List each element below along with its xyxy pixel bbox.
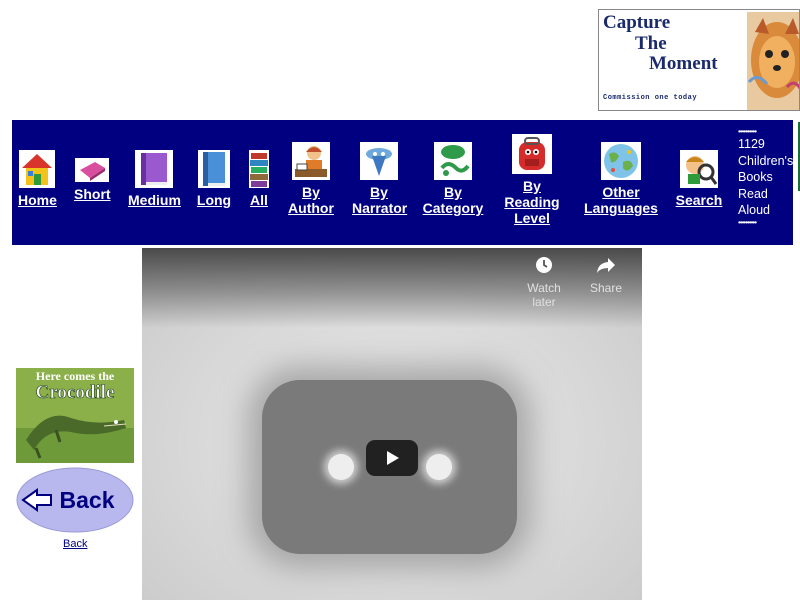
nav-short-label: Short [74, 186, 111, 202]
count-line2: Children's [738, 153, 794, 168]
book-cover: Here comes the Crocodile [16, 368, 134, 463]
book-title-line1: Here comes the [36, 369, 115, 383]
nav-by-author-label: By Author [288, 184, 334, 216]
category-icon [434, 142, 472, 180]
nav-by-category-label: By Category [422, 184, 484, 216]
count-line3: Books [738, 170, 773, 184]
nav-by-narrator[interactable]: By Narrator [352, 142, 408, 216]
thumbnail-dot-left [328, 454, 354, 480]
ad-tagline: Commission one today [603, 94, 698, 102]
nav-other-languages[interactable]: Other Languages [584, 142, 658, 216]
share-icon [597, 258, 615, 273]
nav-long-label: Long [196, 192, 232, 208]
nav-by-reading-level-label: By Reading Level [504, 178, 560, 226]
main-nav: Home Short Medium Long All By Author By … [12, 120, 800, 245]
thumbnail-dot-right [426, 454, 452, 480]
house-icon [19, 150, 55, 188]
back-link[interactable]: Back [63, 538, 87, 550]
nav-long[interactable]: Long [196, 150, 232, 208]
clock-icon [536, 257, 552, 273]
nav-home-label: Home [18, 192, 57, 208]
nav-by-author[interactable]: By Author [286, 142, 336, 216]
play-icon [387, 451, 399, 465]
back-button[interactable]: Back [15, 466, 135, 534]
share-button[interactable]: Share [576, 256, 636, 295]
nav-home[interactable]: Home [18, 150, 57, 208]
nav-medium-label: Medium [128, 192, 181, 208]
ad-banner[interactable]: Capture The Moment Commission one today [598, 9, 800, 111]
nav-medium[interactable]: Medium [128, 150, 181, 208]
ad-dog-image [747, 12, 799, 110]
nav-search[interactable]: Search [674, 150, 724, 208]
ad-title-line3: Moment [649, 53, 718, 74]
medium-book-icon [135, 150, 173, 188]
watch-later-label: Watch later [527, 281, 561, 309]
backpack-icon [512, 134, 552, 174]
count-dots-bottom: •••••••••• [738, 217, 757, 227]
nav-short[interactable]: Short [74, 158, 111, 202]
nav-by-narrator-label: By Narrator [352, 184, 408, 216]
count-number: 1129 [738, 137, 765, 151]
nav-by-category[interactable]: By Category [422, 142, 484, 216]
ad-title-line2: The [635, 33, 667, 54]
author-icon [292, 142, 330, 180]
book-stack-icon [249, 150, 269, 188]
book-count: •••••••••• 1129 Children's Books Read Al… [738, 128, 798, 227]
book-title-line2: Crocodile [36, 382, 115, 403]
play-button[interactable] [366, 440, 418, 476]
globe-icon [601, 142, 641, 180]
watch-later-button[interactable]: Watch later [514, 256, 574, 309]
count-dots-top: •••••••••• [738, 127, 757, 136]
long-book-icon [198, 150, 230, 188]
nav-search-label: Search [675, 192, 723, 208]
search-kid-icon [680, 150, 718, 188]
nav-all[interactable]: All [248, 150, 270, 208]
ad-title-line1: Capture [603, 12, 671, 33]
video-player[interactable]: Watch later Share [142, 248, 642, 600]
back-button-label: Back [60, 487, 115, 513]
narrator-icon [360, 142, 398, 180]
nav-other-languages-label: Other Languages [584, 184, 658, 216]
nav-by-reading-level[interactable]: By Reading Level [504, 134, 560, 226]
count-line4: Read [738, 186, 768, 201]
count-line5: Aloud [738, 203, 770, 217]
share-label: Share [589, 281, 623, 295]
nav-all-label: All [250, 192, 268, 208]
short-book-icon [75, 158, 109, 182]
